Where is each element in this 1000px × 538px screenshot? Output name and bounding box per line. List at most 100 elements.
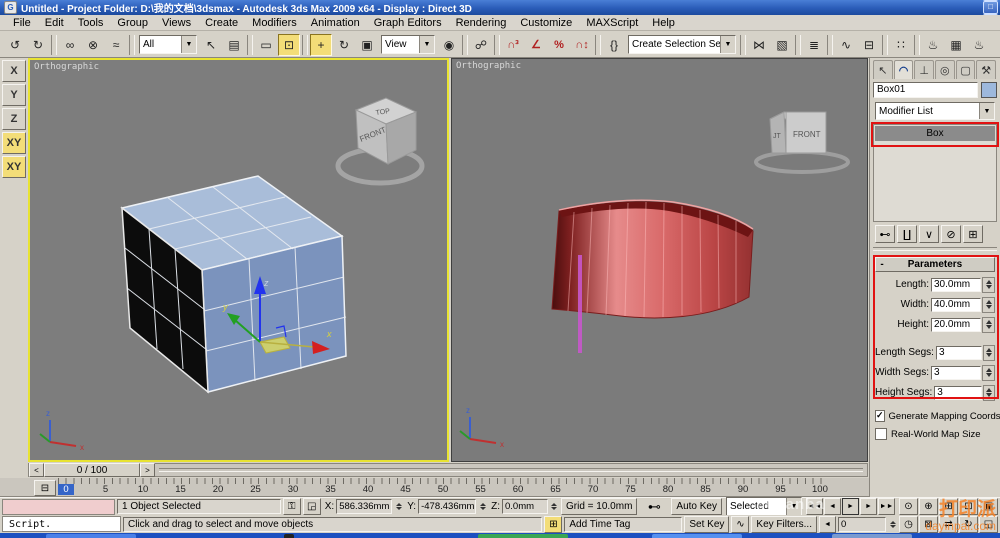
redo-icon[interactable]: ↻: [27, 34, 49, 56]
previous-frame-button[interactable]: ◄: [824, 498, 841, 515]
frame-tick-label[interactable]: 75: [625, 484, 637, 495]
menu-item[interactable]: Graph Editors: [367, 16, 449, 30]
chevron-down-icon[interactable]: ▼: [181, 36, 196, 53]
reference-coordinate-dropdown[interactable]: View▼: [381, 35, 435, 54]
windows-taskbar[interactable]: [0, 533, 1000, 538]
align-icon[interactable]: ▧: [771, 34, 793, 56]
menu-item[interactable]: Customize: [513, 16, 579, 30]
maximize-button[interactable]: □: [983, 1, 998, 14]
chevron-down-icon[interactable]: ▼: [979, 103, 994, 119]
spinner-control[interactable]: [394, 499, 403, 514]
frame-tick-label[interactable]: 80: [662, 484, 674, 495]
frame-tick-label[interactable]: 95: [775, 484, 787, 495]
menu-item[interactable]: MAXScript: [579, 16, 645, 30]
current-frame-field[interactable]: 0: [838, 517, 886, 532]
axis-constraint-button[interactable]: Z: [2, 108, 26, 130]
parameter-input[interactable]: 40.0mm: [931, 298, 981, 312]
spinner-control[interactable]: [983, 345, 995, 361]
collapse-icon[interactable]: -: [876, 259, 888, 270]
go-to-start-button[interactable]: ◄◄: [806, 498, 823, 515]
select-and-link-icon[interactable]: ∞: [59, 34, 81, 56]
arc-rotate-icon[interactable]: ↻: [959, 516, 978, 533]
menu-item[interactable]: Modifiers: [245, 16, 304, 30]
select-and-manipulate-icon[interactable]: ☍: [470, 34, 492, 56]
menu-item[interactable]: Group: [110, 16, 155, 30]
create-selection-set-dropdown[interactable]: Create Selection Set▼: [628, 35, 736, 54]
select-object-icon[interactable]: ↖: [200, 34, 222, 56]
axis-constraint-button[interactable]: XY: [2, 132, 26, 154]
frame-tick-label[interactable]: 25: [250, 484, 262, 495]
modifier-list-dropdown[interactable]: Modifier List ▼: [875, 102, 995, 120]
mirror-icon[interactable]: ⋈: [748, 34, 770, 56]
select-and-rotate-icon[interactable]: ↻: [333, 34, 355, 56]
y-coord-field[interactable]: -478.436mm: [418, 499, 476, 514]
bind-to-space-warp-icon[interactable]: ≈: [105, 34, 127, 56]
tab-create[interactable]: ↖: [873, 60, 893, 79]
frame-tick-label[interactable]: 90: [737, 484, 749, 495]
pan-view-icon[interactable]: ⇄: [939, 516, 958, 533]
viewcube[interactable]: JT FRONT: [756, 112, 848, 172]
menu-item[interactable]: Rendering: [449, 16, 514, 30]
axis-constraint-button[interactable]: Y: [2, 84, 26, 106]
chevron-down-icon[interactable]: ▼: [786, 498, 801, 515]
selection-filter-dropdown[interactable]: All▼: [139, 35, 197, 54]
zoom-icon[interactable]: ⊕: [919, 498, 938, 515]
frame-tick-label[interactable]: 0: [58, 484, 74, 495]
zoom-all-icon[interactable]: ⊞: [939, 498, 958, 515]
angle-snap-icon[interactable]: ∠: [525, 34, 547, 56]
unlink-selection-icon[interactable]: ⊗: [82, 34, 104, 56]
taskbar-item[interactable]: [284, 534, 294, 538]
frame-tick-label[interactable]: 55: [475, 484, 487, 495]
spinner-control[interactable]: [478, 499, 487, 514]
frame-tick-label[interactable]: 15: [175, 484, 187, 495]
undo-icon[interactable]: ↺: [4, 34, 26, 56]
zoom-extents-all-icon[interactable]: ▣: [979, 498, 998, 515]
frame-tick-label[interactable]: 5: [100, 484, 112, 495]
snap-toggle-3d-icon[interactable]: ∩³: [502, 34, 524, 56]
helper-line[interactable]: [578, 255, 582, 353]
key-filter-curve-icon[interactable]: ∿: [731, 516, 749, 533]
taskbar-item[interactable]: [652, 534, 742, 538]
go-to-end-button[interactable]: ►►: [878, 498, 895, 515]
viewport-left-orthographic[interactable]: Orthographic: [28, 58, 449, 462]
rectangular-selection-region-icon[interactable]: ▭: [255, 34, 277, 56]
taskbar-item[interactable]: [478, 534, 568, 538]
menu-item[interactable]: Views: [155, 16, 198, 30]
frame-tick-label[interactable]: 50: [437, 484, 449, 495]
axis-constraint-button[interactable]: XY: [2, 156, 26, 178]
select-and-scale-icon[interactable]: ▣: [356, 34, 378, 56]
frame-tick-label[interactable]: 30: [287, 484, 299, 495]
window-crossing-toggle-icon[interactable]: ⊡: [278, 34, 300, 56]
rendered-frame-icon[interactable]: ▦: [945, 34, 967, 56]
spinner-control[interactable]: [982, 365, 995, 381]
select-by-name-icon[interactable]: ▤: [223, 34, 245, 56]
menu-item[interactable]: Tools: [71, 16, 111, 30]
rollout-header[interactable]: - Parameters: [875, 257, 995, 272]
tab-motion[interactable]: ◎: [935, 60, 955, 79]
set-key-button[interactable]: Set Key: [684, 516, 729, 533]
track-bar[interactable]: ⊟ 05101520253035404550556065707580859095…: [0, 478, 869, 497]
parameter-input[interactable]: 3: [936, 346, 982, 360]
tab-hierarchy[interactable]: ⊥: [914, 60, 934, 79]
viewport-right-orthographic[interactable]: Orthographic: [451, 58, 868, 462]
checkbox[interactable]: [875, 428, 887, 440]
play-animation-button[interactable]: ►: [842, 498, 859, 515]
zoom-extents-icon[interactable]: ⊡: [959, 498, 978, 515]
next-frame-button[interactable]: ►: [860, 498, 877, 515]
auto-key-button[interactable]: Auto Key: [671, 498, 722, 515]
material-editor-icon[interactable]: ∷: [890, 34, 912, 56]
spinner-snap-icon[interactable]: ∩↕: [571, 34, 593, 56]
spinner-control[interactable]: [982, 317, 995, 333]
key-mode-toggle-button[interactable]: ⊙: [899, 498, 918, 515]
spinner-control[interactable]: [982, 277, 995, 293]
viewport-left-canvas[interactable]: z y x TOP FRONT z x: [30, 60, 447, 460]
menu-item[interactable]: File: [6, 16, 38, 30]
frame-tick-label[interactable]: 10: [137, 484, 149, 495]
checkbox[interactable]: [875, 410, 885, 422]
object-name-field[interactable]: Box01: [873, 82, 978, 98]
spinner-control[interactable]: [983, 385, 995, 401]
tab-display[interactable]: ▢: [956, 60, 976, 79]
frame-tick-label[interactable]: 35: [325, 484, 337, 495]
menu-item[interactable]: Edit: [38, 16, 71, 30]
zoom-region-icon[interactable]: ⊠: [919, 516, 938, 533]
